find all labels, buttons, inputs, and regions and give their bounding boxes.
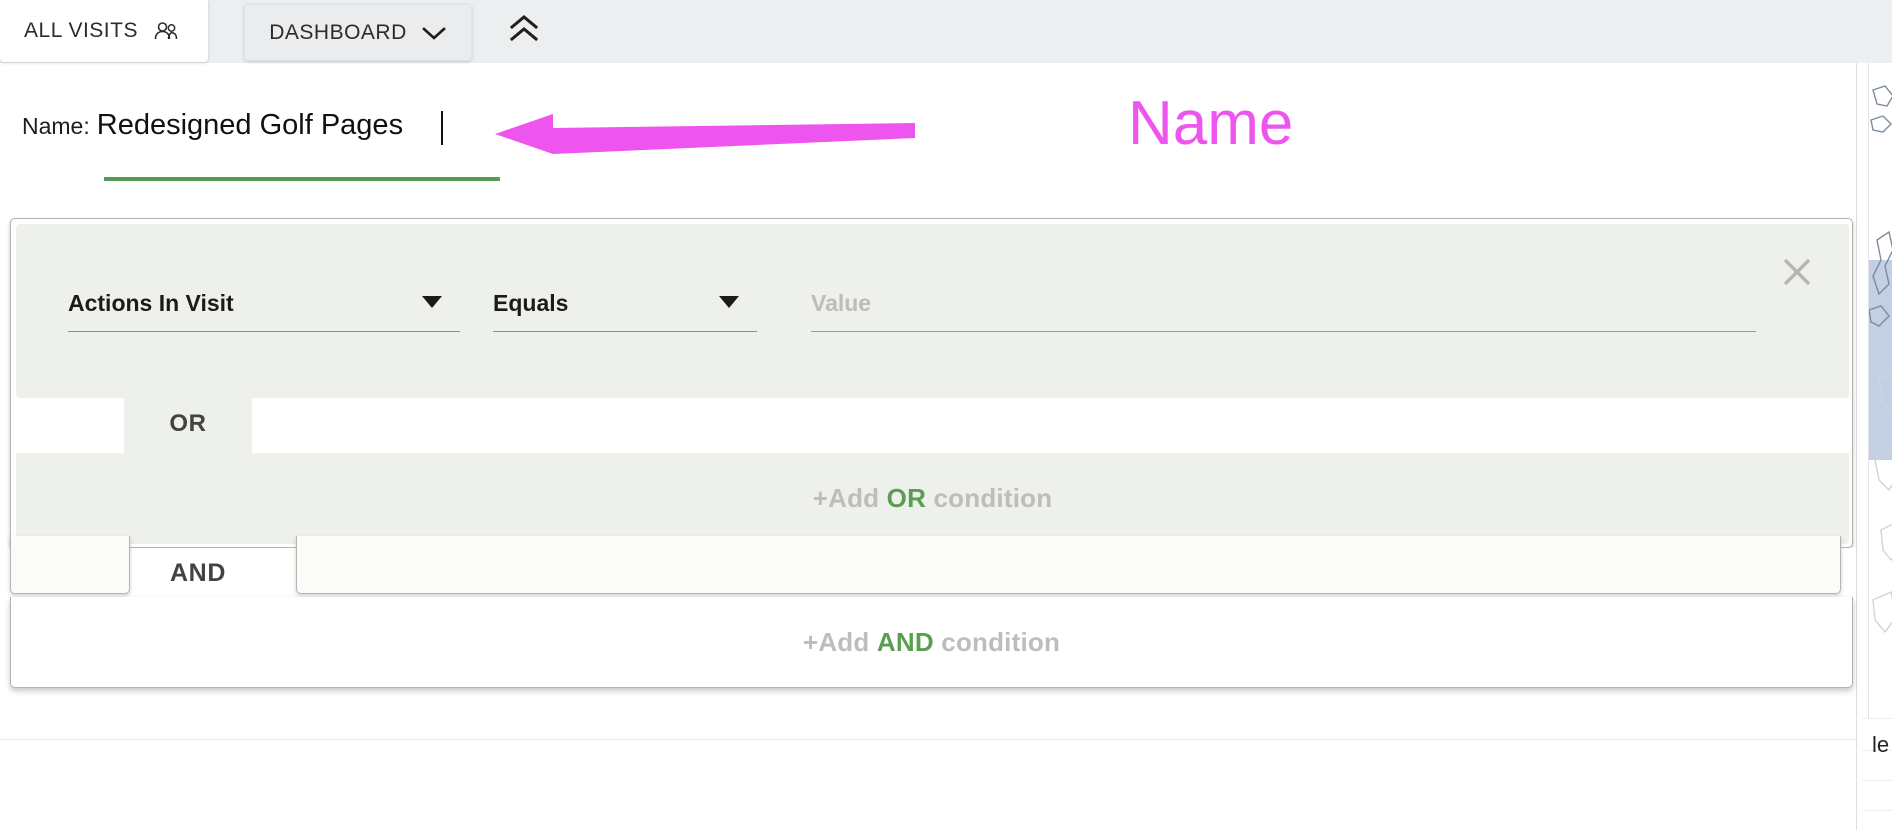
collapse-panel-button[interactable] — [500, 8, 548, 54]
top-bar: ALL VISITS DASHBOARD — [0, 0, 1892, 63]
operator-select[interactable]: Equals — [493, 276, 757, 332]
and-operator-label: AND — [170, 558, 226, 587]
text-cursor — [440, 111, 443, 145]
or-condition-group: Actions In Visit Equals Value OR +Add OR… — [16, 224, 1849, 544]
segment-name-input-wrap — [96, 110, 445, 145]
tab-dashboard[interactable]: DASHBOARD — [244, 4, 472, 61]
and-condition-block: Actions In Visit Equals Value OR +Add OR… — [10, 218, 1853, 548]
double-chevron-up-icon — [507, 14, 541, 49]
and-band-right-box — [296, 536, 1841, 594]
add-and-condition-button[interactable]: +Add AND condition — [10, 597, 1853, 688]
condition-row: Actions In Visit Equals Value — [16, 224, 1849, 398]
tab-all-visits[interactable]: ALL VISITS — [0, 0, 208, 62]
add-or-suffix: condition — [933, 483, 1053, 513]
left-arrow-annotation-icon — [495, 112, 915, 161]
caret-down-icon — [719, 296, 739, 308]
and-band-left-box — [10, 536, 130, 594]
segment-name-label: Name: — [22, 113, 90, 139]
footer-actions: DELETE CLOSE TEST SAVE & APPLY — [0, 740, 1856, 830]
add-or-condition-label: +Add OR condition — [813, 483, 1053, 514]
add-or-prefix: +Add — [812, 483, 880, 513]
value-input-placeholder: Value — [811, 290, 872, 316]
tab-dashboard-label: DASHBOARD — [269, 20, 407, 44]
close-x-icon — [1780, 255, 1814, 294]
remove-condition-button[interactable] — [1777, 254, 1817, 294]
or-band-right-gap — [252, 398, 1849, 453]
segment-name-underline — [104, 177, 500, 181]
caret-down-icon — [422, 296, 442, 308]
segment-name-input[interactable] — [96, 110, 445, 142]
operator-select-value: Equals — [493, 290, 569, 316]
annotation-label: Name — [1128, 89, 1294, 158]
people-icon — [152, 21, 178, 41]
tab-all-visits-label: ALL VISITS — [24, 19, 138, 42]
add-and-prefix: +Add — [802, 626, 870, 657]
background-text-fragment: le — [1872, 732, 1890, 757]
add-or-operator: OR — [886, 483, 927, 513]
add-and-condition-label: +Add AND condition — [803, 627, 1060, 658]
or-divider-band: OR — [16, 394, 1849, 453]
background-map-sliver — [1868, 60, 1892, 720]
value-input-wrap[interactable]: Value — [811, 276, 1756, 332]
add-and-operator: AND — [876, 626, 934, 657]
segment-editor-page: le ALL VISITS DASHBOARD Name: Redesigned… — [0, 0, 1892, 830]
or-band-left-gap — [16, 398, 124, 453]
dimension-select-value: Actions In Visit — [68, 290, 234, 316]
or-operator-label: OR — [124, 394, 252, 453]
dimension-select[interactable]: Actions In Visit — [68, 276, 460, 332]
add-and-suffix: condition — [941, 626, 1061, 657]
add-or-condition-button[interactable]: +Add OR condition — [16, 453, 1849, 544]
map-outline-icon — [1869, 85, 1892, 634]
segment-name-row: Name: — [22, 110, 445, 145]
chevron-down-icon — [421, 25, 447, 41]
